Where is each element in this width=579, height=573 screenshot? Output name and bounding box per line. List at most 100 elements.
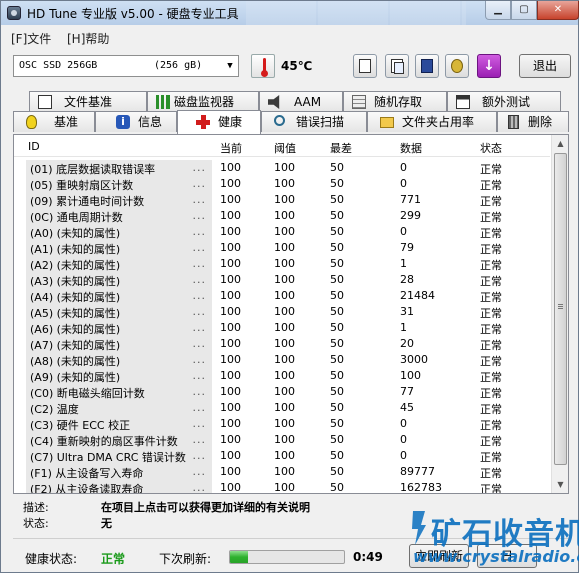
table-row[interactable]: (C0) 断电磁头缩回计数... 100 100 50 77 正常: [14, 384, 550, 400]
cell-worst: 50: [330, 305, 344, 318]
cell-worst-text: 50: [330, 449, 344, 462]
tab-file-benchmark[interactable]: 文件基准: [29, 91, 147, 112]
cell-status-text: 正常: [480, 403, 502, 416]
maximize-button[interactable]: ▢: [511, 1, 537, 20]
save-icon: [421, 59, 433, 73]
cell-status: 正常: [480, 241, 502, 257]
table-row[interactable]: (01) 底层数据读取错误率... 100 100 50 0 正常: [14, 160, 550, 176]
header-id[interactable]: ID: [28, 140, 40, 153]
copy-info-button[interactable]: [353, 54, 377, 78]
cell-data: 100: [400, 369, 421, 382]
info-icon: i: [116, 115, 130, 129]
title-bar[interactable]: HD Tune 专业版 v5.00 - 硬盘专业工具 ▁ ▢ ✕: [1, 1, 579, 25]
tab-error-scan[interactable]: 错误扫描: [261, 111, 367, 132]
tab-random-access[interactable]: 随机存取: [343, 91, 447, 112]
cell-current: 100: [220, 209, 241, 222]
cell-data: 0: [400, 449, 407, 462]
menu-help[interactable]: [H]帮助: [67, 30, 109, 47]
table-row[interactable]: (05) 重映射扇区计数... 100 100 50 0 正常: [14, 176, 550, 192]
tab-info[interactable]: i 信息: [95, 111, 177, 132]
cell-worst: 50: [330, 337, 344, 350]
tab-label: 文件夹占用率: [402, 115, 475, 129]
table-row[interactable]: (A6) (未知的属性)... 100 100 50 1 正常: [14, 320, 550, 336]
table-row[interactable]: (A5) (未知的属性)... 100 100 50 31 正常: [14, 304, 550, 320]
header-data[interactable]: 数据: [400, 140, 422, 156]
watermark-url: www.crystalradio.cn: [413, 547, 579, 566]
table-row[interactable]: (F2) 从主设备读取寿命... 100 100 50 162783 正常: [14, 480, 550, 493]
minimize-button[interactable]: ▁: [485, 1, 511, 20]
tab-aam[interactable]: AAM: [259, 91, 343, 112]
table-row[interactable]: (F1) 从主设备写入寿命... 100 100 50 89777 正常: [14, 464, 550, 480]
cell-current-text: 100: [220, 161, 241, 174]
table-row[interactable]: (A2) (未知的属性)... 100 100 50 1 正常: [14, 256, 550, 272]
cell-status-text: 正常: [480, 355, 502, 368]
chevron-down-icon[interactable]: ▼: [222, 56, 238, 76]
header-status[interactable]: 状态: [480, 140, 502, 156]
table-row[interactable]: (09) 累计通电时间计数... 100 100 50 771 正常: [14, 192, 550, 208]
tab-folder-usage[interactable]: 文件夹占用率: [367, 111, 497, 132]
copy-screenshot-button[interactable]: [385, 54, 409, 78]
table-row[interactable]: (0C) 通电周期计数... 100 100 50 299 正常: [14, 208, 550, 224]
table-row[interactable]: (C7) Ultra DMA CRC 错误计数... 100 100 50 0 正常: [14, 448, 550, 464]
scroll-up-icon[interactable]: ▲: [552, 135, 569, 152]
cell-current: 100: [220, 369, 241, 382]
cell-status-text: 正常: [480, 467, 502, 480]
cell-threshold-text: 100: [274, 209, 295, 222]
vertical-scrollbar[interactable]: ▲ ▼: [551, 135, 568, 493]
table-row[interactable]: (A9) (未知的属性)... 100 100 50 100 正常: [14, 368, 550, 384]
tab-disk-monitor[interactable]: 磁盘监视器: [147, 91, 259, 112]
cell-id-text: (A8) (未知的属性): [30, 355, 121, 368]
cell-threshold-text: 100: [274, 481, 295, 493]
cell-data-text: 31: [400, 305, 414, 318]
options-button[interactable]: [445, 54, 469, 78]
table-row[interactable]: (A1) (未知的属性)... 100 100 50 79 正常: [14, 240, 550, 256]
header-threshold[interactable]: 阈值: [274, 140, 296, 156]
table-row[interactable]: (C2) 温度... 100 100 50 45 正常: [14, 400, 550, 416]
cell-id: (C0) 断电磁头缩回计数...: [26, 384, 212, 400]
table-row[interactable]: (A4) (未知的属性)... 100 100 50 21484 正常: [14, 288, 550, 304]
tab-erase[interactable]: 删除: [497, 111, 569, 132]
table-row[interactable]: (A0) (未知的属性)... 100 100 50 0 正常: [14, 224, 550, 240]
header-worst[interactable]: 最差: [330, 140, 352, 156]
ellipsis-marker: ...: [192, 241, 206, 254]
error-scan-icon: [274, 115, 285, 126]
cell-threshold: 100: [274, 225, 295, 238]
scrollbar-thumb[interactable]: [554, 153, 567, 465]
app-icon: [7, 6, 21, 20]
cell-worst-text: 50: [330, 161, 344, 174]
cell-current: 100: [220, 321, 241, 334]
drive-select[interactable]: OSC SSD 256GB (256 gB) ▼: [13, 55, 239, 77]
tab-extra-tests[interactable]: 额外测试: [447, 91, 561, 112]
table-row[interactable]: (A7) (未知的属性)... 100 100 50 20 正常: [14, 336, 550, 352]
drive-size: (256 gB): [154, 60, 203, 71]
table-row[interactable]: (A8) (未知的属性)... 100 100 50 3000 正常: [14, 352, 550, 368]
header-current[interactable]: 当前: [220, 140, 242, 156]
cell-data: 89777: [400, 465, 435, 478]
exit-button[interactable]: 退出: [519, 54, 571, 78]
cell-status: 正常: [480, 417, 502, 433]
table-row[interactable]: (C4) 重新映射的扇区事件计数... 100 100 50 0 正常: [14, 432, 550, 448]
cell-current-text: 100: [220, 417, 241, 430]
cell-id-text: (01) 底层数据读取错误率: [30, 163, 156, 176]
ellipsis-marker: ...: [192, 193, 206, 206]
cell-id-text: (A6) (未知的属性): [30, 323, 121, 336]
scroll-down-icon[interactable]: ▼: [552, 476, 569, 493]
tab-health[interactable]: 健康: [177, 110, 261, 134]
save-button[interactable]: [415, 54, 439, 78]
cell-threshold-text: 100: [274, 241, 295, 254]
cell-status: 正常: [480, 337, 502, 353]
tab-benchmark[interactable]: 基准: [13, 111, 95, 132]
cell-status-text: 正常: [480, 339, 502, 352]
table-row[interactable]: (A3) (未知的属性)... 100 100 50 28 正常: [14, 272, 550, 288]
close-button[interactable]: ✕: [537, 1, 579, 20]
cell-status: 正常: [480, 449, 502, 465]
cell-threshold: 100: [274, 321, 295, 334]
tab-label: 删除: [528, 115, 553, 129]
cell-status-text: 正常: [480, 451, 502, 464]
table-row[interactable]: (C3) 硬件 ECC 校正... 100 100 50 0 正常: [14, 416, 550, 432]
menu-file[interactable]: [F]文件: [11, 30, 51, 47]
cell-threshold-text: 100: [274, 257, 295, 270]
download-button[interactable]: ↓: [477, 54, 501, 78]
cell-data-text: 3000: [400, 353, 428, 366]
cell-current: 100: [220, 241, 241, 254]
